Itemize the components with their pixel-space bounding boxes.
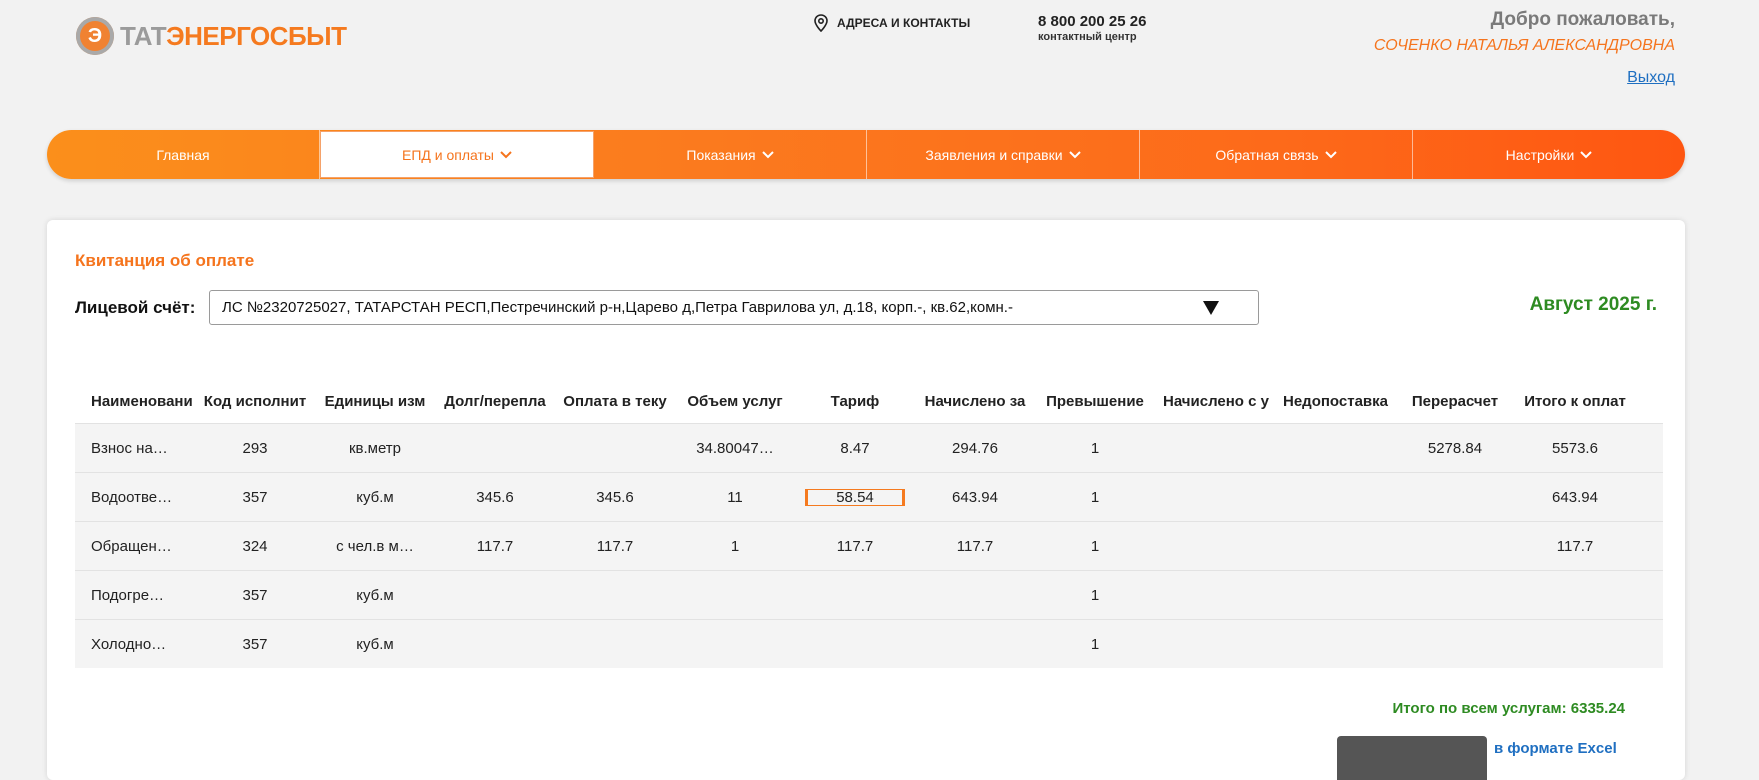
phone-number: 8 800 200 25 26 xyxy=(1038,13,1147,30)
table-cell: 357 xyxy=(242,635,268,653)
table-cell: 117.7 xyxy=(1556,537,1594,555)
table-cell: 34.80047… xyxy=(696,439,774,457)
table-row[interactable]: Подогре… 357 куб.м 1 xyxy=(75,570,1663,619)
download-excel-link[interactable]: в формате Excel xyxy=(1494,740,1617,757)
nav-item-settings[interactable]: Настройки xyxy=(1413,130,1685,179)
table-cell: кв.метр xyxy=(348,439,402,457)
addresses-link[interactable]: АДРЕСА И КОНТАКТЫ xyxy=(813,14,970,32)
table-cell: 117.7 xyxy=(836,537,874,555)
nav-item-readings[interactable]: Показания xyxy=(594,130,867,179)
table-cell: Взнос на… xyxy=(91,439,168,457)
phone-caption: контактный центр xyxy=(1038,31,1137,43)
column-header[interactable]: Превышение xyxy=(1035,393,1155,410)
logo-text: ТАТЭНЕРГОСБЫТ xyxy=(120,20,347,51)
column-header[interactable]: Наименовани xyxy=(75,393,195,410)
logo[interactable]: ТАТЭНЕРГОСБЫТ xyxy=(76,16,347,56)
nav-item-requests[interactable]: Заявления и справки xyxy=(867,130,1140,179)
table-row[interactable]: Взнос на… 293 кв.метр 34.80047… 8.47 294… xyxy=(75,423,1663,472)
column-header[interactable]: Код исполнит xyxy=(195,393,315,410)
column-header[interactable]: Тариф xyxy=(795,393,915,410)
table-cell: куб.м xyxy=(356,586,394,604)
table-cell: 1 xyxy=(730,537,740,555)
contact-phone[interactable]: 8 800 200 25 26 контактный центр xyxy=(1038,13,1146,43)
table-header: Наименовани Код исполнит Единицы изм Дол… xyxy=(75,380,1663,423)
user-welcome: Добро пожаловать, СОЧЕНКО НАТАЛЬЯ АЛЕКСА… xyxy=(1374,9,1675,87)
table-cell: 1 xyxy=(1090,586,1100,604)
nav-item-home[interactable]: Главная xyxy=(47,130,320,179)
table-cell: 324 xyxy=(242,537,268,555)
table-cell: 1 xyxy=(1090,635,1100,653)
user-name: СОЧЕНКО НАТАЛЬЯ АЛЕКСАНДРОВНА xyxy=(1373,37,1675,54)
charges-table: Наименовани Код исполнит Единицы изм Дол… xyxy=(75,380,1663,668)
chevron-down-icon xyxy=(1068,150,1081,158)
receipt-card: Квитанция об оплате Лицевой счёт: ЛС №23… xyxy=(47,220,1685,780)
total-amount: Итого по всем услугам: 6335.24 xyxy=(1392,700,1625,717)
table-cell: Подогре… xyxy=(91,586,165,604)
column-header[interactable]: Единицы изм xyxy=(315,393,435,410)
addresses-label: АДРЕСА И КОНТАКТЫ xyxy=(837,16,971,30)
table-cell: 5573.6 xyxy=(1552,439,1598,457)
account-value: ЛС №2320725027, ТАТАРСТАН РЕСП,Пестречин… xyxy=(222,299,1013,316)
chevron-down-icon xyxy=(500,150,512,158)
table-cell: 345.6 xyxy=(476,488,514,506)
table-row[interactable]: Обращен… 324 с чел.в м… 117.7 117.7 1 11… xyxy=(75,521,1663,570)
map-pin-icon xyxy=(814,14,828,32)
column-header[interactable]: Оплата в теку xyxy=(555,393,675,410)
table-cell: 117.7 xyxy=(476,537,514,555)
main-nav: Главная ЕПД и оплаты Показания Заявления… xyxy=(47,130,1685,179)
table-cell: 117.7 xyxy=(596,537,634,555)
column-header[interactable]: Начислено за xyxy=(915,393,1035,410)
column-header[interactable]: Перерасчет xyxy=(1395,393,1515,410)
page-title: Квитанция об оплате xyxy=(75,251,255,270)
excel-preview-thumbnail xyxy=(1337,736,1487,780)
column-header[interactable]: Долг/перепла xyxy=(435,393,555,410)
chevron-down-icon xyxy=(761,150,774,158)
logout-link[interactable]: Выход xyxy=(1627,69,1675,87)
table-cell: 643.94 xyxy=(1552,488,1598,506)
billing-period: Август 2025 г. xyxy=(1529,294,1657,315)
table-cell: 1 xyxy=(1090,439,1100,457)
table-cell: 357 xyxy=(242,586,268,604)
nav-item-epd-payments[interactable]: ЕПД и оплаты xyxy=(320,131,594,178)
account-select[interactable]: ЛС №2320725027, ТАТАРСТАН РЕСП,Пестречин… xyxy=(209,290,1259,325)
table-cell: 293 xyxy=(242,439,268,457)
table-cell-highlighted[interactable]: 58.54 xyxy=(795,488,915,506)
table-cell: 11 xyxy=(727,488,743,506)
welcome-title: Добро пожаловать, xyxy=(1490,9,1675,30)
table-cell: 345.6 xyxy=(596,488,634,506)
column-header[interactable]: Начислено с у xyxy=(1155,393,1275,410)
table-row[interactable]: Холодно… 357 куб.м 1 xyxy=(75,619,1663,668)
chevron-down-icon xyxy=(1580,150,1593,158)
table-cell: 1 xyxy=(1090,488,1100,506)
table-cell: 1 xyxy=(1090,537,1100,555)
column-header[interactable]: Объем услуг xyxy=(675,393,795,410)
table-cell: куб.м xyxy=(356,635,394,653)
logo-icon xyxy=(76,17,114,55)
table-cell: 8.47 xyxy=(840,439,870,457)
table-cell: с чел.в м… xyxy=(336,537,414,555)
table-cell: Холодно… xyxy=(91,635,167,653)
table-cell: 357 xyxy=(242,488,268,506)
table-row[interactable]: Водоотве… 357 куб.м 345.6 345.6 11 58.54… xyxy=(75,472,1663,521)
table-cell: 117.7 xyxy=(956,537,994,555)
table-cell: Водоотве… xyxy=(91,488,173,506)
column-header[interactable]: Недопоставка xyxy=(1275,393,1395,410)
table-cell: куб.м xyxy=(356,488,394,506)
account-label: Лицевой счёт: xyxy=(75,298,196,317)
nav-item-feedback[interactable]: Обратная связь xyxy=(1140,130,1413,179)
triangle-down-icon xyxy=(1203,301,1219,315)
table-cell: 294.76 xyxy=(952,439,998,457)
table-cell: 5278.84 xyxy=(1427,439,1483,457)
column-header[interactable]: Итого к оплат xyxy=(1515,393,1635,410)
table-cell: 643.94 xyxy=(952,488,998,506)
chevron-down-icon xyxy=(1324,150,1337,158)
table-cell: Обращен… xyxy=(91,537,172,555)
